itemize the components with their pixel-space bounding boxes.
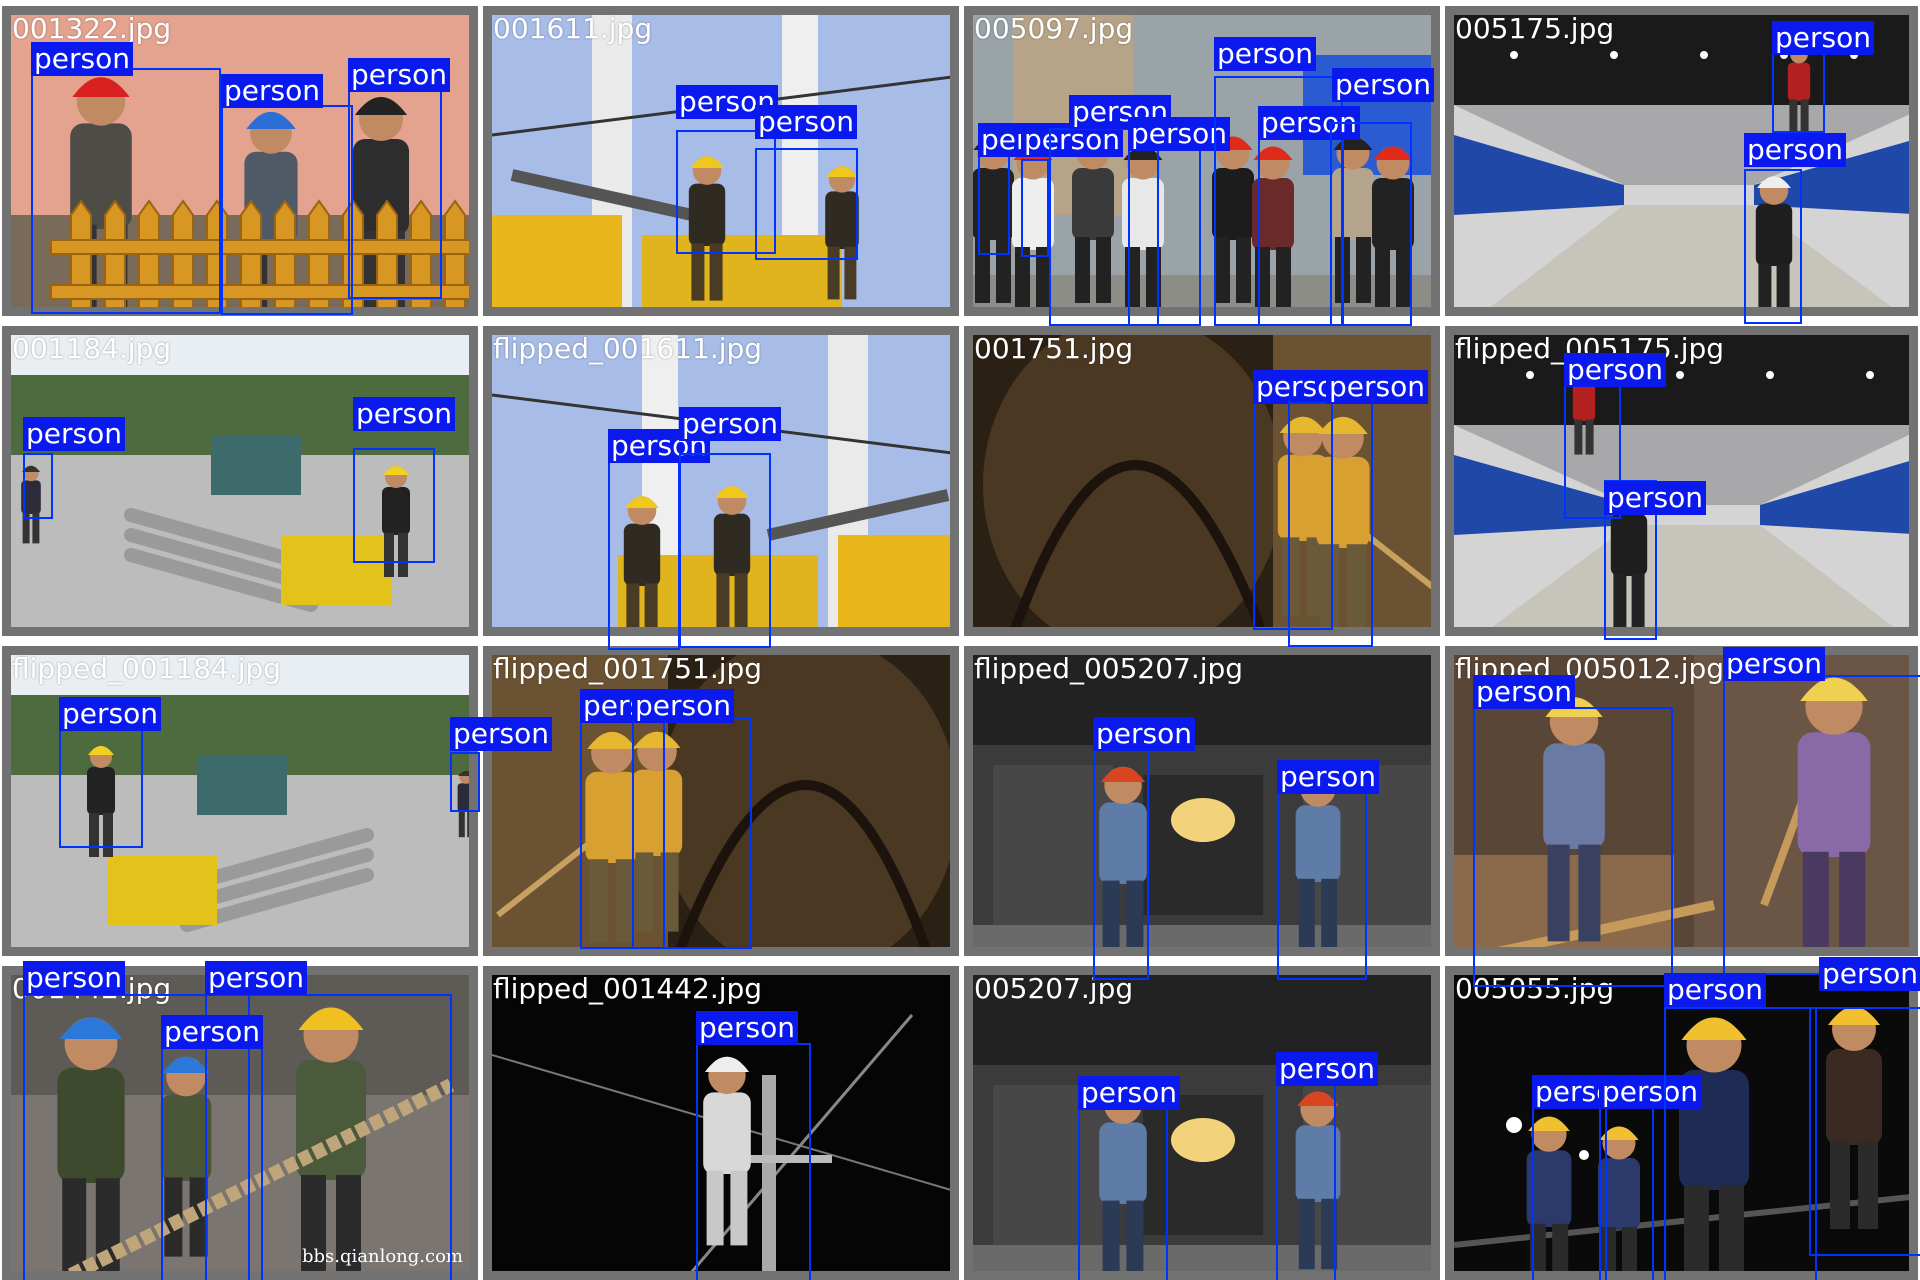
mosaic-tile: flipped_001611.jpg [483,326,959,636]
mosaic-tile: 001751.jpg [964,326,1440,636]
photo-tunnel [1454,15,1909,307]
photo-drilling [1454,655,1909,947]
mosaic-tile: bbs.qianlong.com 001442.jpg [2,966,478,1280]
photo-night-rail [1454,975,1909,1271]
photo-mine [973,335,1431,627]
mosaic-tile: flipped_005175.jpg [1445,326,1918,636]
filename-caption: 005175.jpg [1455,12,1615,45]
mosaic-tile: 005055.jpg [1445,966,1918,1280]
photo-crowd-construction [973,15,1431,307]
filename-caption: flipped_005175.jpg [1455,332,1725,365]
mosaic-tile: 005207.jpg [964,966,1440,1280]
photo-furnace [973,655,1431,947]
photo-night-pole [492,975,950,1271]
filename-caption: 005055.jpg [1455,972,1615,1005]
mosaic-tile: 001611.jpg [483,6,959,316]
mosaic-tile: 001322.jpg [2,6,478,316]
mosaic-tile: 005175.jpg [1445,6,1918,316]
filename-caption: flipped_005207.jpg [974,652,1244,685]
filename-caption: flipped_001184.jpg [12,652,282,685]
photo-paving-flipped [11,655,469,947]
mosaic-tile: flipped_005207.jpg [964,646,1440,956]
filename-caption: 001611.jpg [493,12,653,45]
photo-sky-pole [492,15,950,307]
photo-paving [11,335,469,627]
filename-caption: flipped_001442.jpg [493,972,763,1005]
mosaic-tile: flipped_005012.jpg [1445,646,1918,956]
filename-caption: flipped_005012.jpg [1455,652,1725,685]
filename-caption: flipped_001611.jpg [493,332,763,365]
filename-caption: 001184.jpg [12,332,172,365]
mosaic-tile: 005097.jpg [964,6,1440,316]
filename-caption: 001751.jpg [974,332,1134,365]
watermark-text: bbs.qianlong.com [301,1246,463,1267]
filename-caption: 001442.jpg [12,972,172,1005]
filename-caption: 001322.jpg [12,12,172,45]
photo-rope-pull [11,975,469,1271]
filename-caption: 005097.jpg [974,12,1134,45]
photo-orange-wall [11,15,469,307]
mosaic-grid: 001322.jpg person person person 001611.jpg p… [0,0,1920,1280]
filename-caption: flipped_001751.jpg [493,652,763,685]
photo-furnace [973,975,1431,1271]
mosaic-tile: flipped_001184.jpg [2,646,478,956]
mosaic-tile: 001184.jpg [2,326,478,636]
mosaic-tile: flipped_001751.jpg [483,646,959,956]
photo-sky-pole-flipped [492,335,950,627]
mosaic-tile: flipped_001442.jpg [483,966,959,1280]
photo-tunnel-flipped [1454,335,1909,627]
filename-caption: 005207.jpg [974,972,1134,1005]
photo-mine-flipped [492,655,950,947]
